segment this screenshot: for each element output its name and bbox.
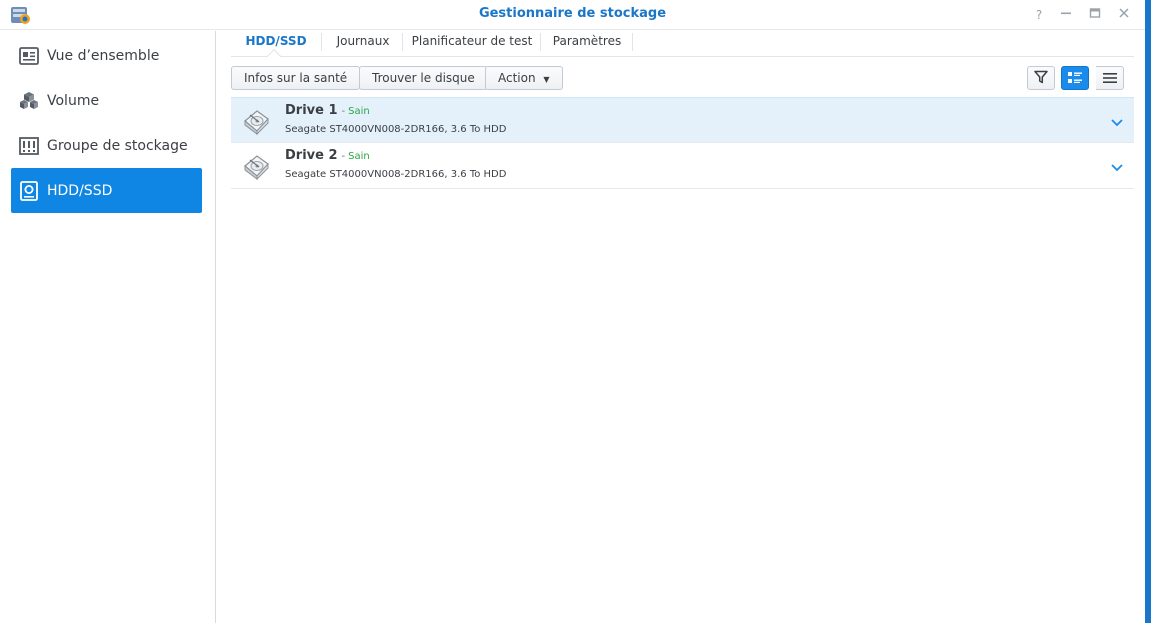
hard-drive-icon [241, 152, 271, 181]
storage-pool-icon [19, 136, 39, 156]
drive-description: Seagate ST4000VN008-2DR166, 3.6 To HDD [285, 169, 507, 180]
sidebar-item-overview[interactable]: Vue d’ensemble [11, 33, 202, 78]
sidebar-item-hdd-ssd[interactable]: HDD/SSD [11, 168, 202, 213]
window-title: Gestionnaire de stockage [478, 6, 667, 21]
hard-drive-icon [241, 107, 271, 136]
tab-bar: HDD/SSD Journaux Planificateur de test P… [231, 31, 1134, 64]
sidebar-item-label: Volume [47, 92, 100, 109]
detail-view-icon [1068, 69, 1082, 88]
list-view-button[interactable] [1096, 66, 1124, 90]
drive-title: Drive 2- Sain [285, 148, 370, 163]
sidebar-item-storage-pool[interactable]: Groupe de stockage [11, 123, 202, 168]
tab-parametres[interactable]: Paramètres [545, 31, 629, 56]
drive-name: Drive 1 [285, 103, 338, 118]
volume-cubes-icon [19, 91, 39, 111]
sidebar: Vue d’ensemble Volume Groupe de stockage… [0, 31, 216, 623]
drive-title: Drive 1- Sain [285, 103, 370, 118]
close-icon[interactable] [1115, 6, 1133, 24]
drive-description: Seagate ST4000VN008-2DR166, 3.6 To HDD [285, 124, 507, 135]
minimize-icon[interactable] [1057, 6, 1075, 24]
drive-row[interactable]: Drive 1- Sain Seagate ST4000VN008-2DR166,… [231, 97, 1134, 143]
health-info-button[interactable]: Infos sur la santé [231, 66, 361, 90]
disk-icon [19, 180, 39, 201]
action-label: Action [498, 71, 536, 85]
drive-name: Drive 2 [285, 148, 338, 163]
overview-icon [19, 46, 39, 66]
window-edge [1145, 0, 1151, 623]
caret-down-icon: ▼ [543, 75, 550, 84]
maximize-icon[interactable] [1086, 6, 1104, 24]
detail-view-button[interactable] [1061, 66, 1089, 90]
filter-icon [1034, 69, 1048, 88]
tab-journaux[interactable]: Journaux [327, 31, 399, 56]
filter-button[interactable] [1027, 66, 1055, 90]
sidebar-item-label: Groupe de stockage [47, 137, 188, 154]
sidebar-item-volume[interactable]: Volume [11, 78, 202, 123]
drive-row[interactable]: Drive 2- Sain Seagate ST4000VN008-2DR166,… [231, 143, 1134, 189]
help-icon[interactable]: ? [1030, 6, 1048, 24]
chevron-down-icon[interactable] [1110, 114, 1124, 128]
sidebar-item-label: HDD/SSD [47, 182, 113, 199]
find-disk-button[interactable]: Trouver le disque [359, 66, 488, 90]
tab-planificateur[interactable]: Planificateur de test [406, 31, 538, 56]
sidebar-item-label: Vue d’ensemble [47, 47, 160, 64]
list-view-icon [1102, 69, 1117, 88]
drive-status: Sain [348, 151, 370, 162]
chevron-down-icon[interactable] [1110, 159, 1124, 173]
drive-status: Sain [348, 106, 370, 117]
action-button[interactable]: Action ▼ [485, 66, 563, 90]
title-bar: Gestionnaire de stockage ? [0, 0, 1145, 30]
drive-list: Drive 1- Sain Seagate ST4000VN008-2DR166,… [231, 97, 1134, 189]
